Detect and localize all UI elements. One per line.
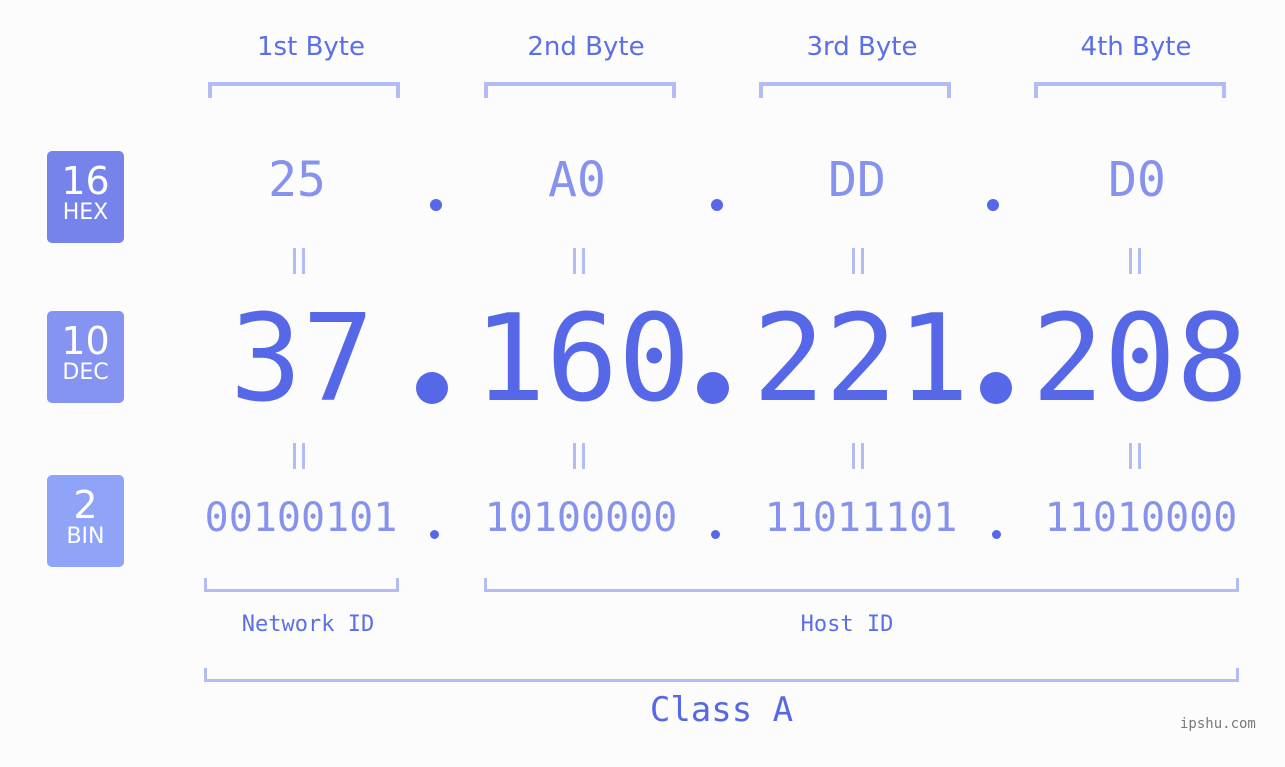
dec-label: DEC: [62, 360, 109, 385]
hex-octet-3: DD: [828, 152, 886, 208]
byte-bracket-3: [759, 82, 951, 98]
hex-badge: 16 HEX: [47, 151, 124, 243]
dec-separator-dot: [980, 372, 1012, 404]
equals-icon: [852, 248, 864, 274]
hex-label: HEX: [62, 200, 109, 225]
bin-octet-1: 00100101: [204, 495, 398, 541]
byte-header-3: 3rd Byte: [806, 32, 918, 62]
watermark: ipshu.com: [1180, 716, 1256, 732]
hex-octet-4: D0: [1108, 152, 1166, 208]
byte-bracket-2: [484, 82, 676, 98]
hex-separator-dot: [711, 199, 723, 211]
equals-icon: [573, 443, 585, 469]
dec-separator-dot: [416, 372, 448, 404]
byte-bracket-1: [208, 82, 400, 98]
dec-octet-3: 221: [752, 290, 970, 429]
bin-octet-3: 11011101: [764, 495, 958, 541]
hex-separator-dot: [430, 199, 442, 211]
byte-header-2: 2nd Byte: [527, 32, 645, 62]
bin-label: BIN: [66, 524, 105, 549]
bin-separator-dot: [992, 530, 1001, 539]
equals-icon: [573, 248, 585, 274]
bin-base: 2: [73, 483, 98, 527]
byte-header-4: 4th Byte: [1080, 32, 1192, 62]
hex-octet-2: A0: [548, 152, 606, 208]
bin-badge: 2 BIN: [47, 475, 124, 567]
hex-base: 16: [61, 159, 110, 203]
host-id-label: Host ID: [800, 612, 894, 637]
equals-icon: [852, 443, 864, 469]
equals-icon: [1129, 248, 1141, 274]
host-id-bracket: [484, 578, 1239, 592]
bin-octet-4: 11010000: [1044, 495, 1238, 541]
dec-base: 10: [61, 319, 110, 363]
equals-icon: [1129, 443, 1141, 469]
network-id-label: Network ID: [241, 612, 375, 637]
class-label: Class A: [649, 690, 794, 730]
bin-separator-dot: [711, 530, 720, 539]
dec-badge: 10 DEC: [47, 311, 124, 403]
dec-separator-dot: [697, 372, 729, 404]
equals-icon: [293, 443, 305, 469]
bin-separator-dot: [430, 530, 439, 539]
bin-octet-2: 10100000: [484, 495, 678, 541]
hex-octet-1: 25: [268, 152, 326, 208]
equals-icon: [293, 248, 305, 274]
dec-octet-1: 37: [229, 290, 375, 429]
byte-header-1: 1st Byte: [257, 32, 365, 62]
class-bracket: [204, 668, 1239, 682]
dec-octet-4: 208: [1031, 290, 1249, 429]
byte-bracket-4: [1034, 82, 1226, 98]
network-id-bracket: [204, 578, 399, 592]
hex-separator-dot: [987, 199, 999, 211]
dec-octet-2: 160: [473, 290, 691, 429]
